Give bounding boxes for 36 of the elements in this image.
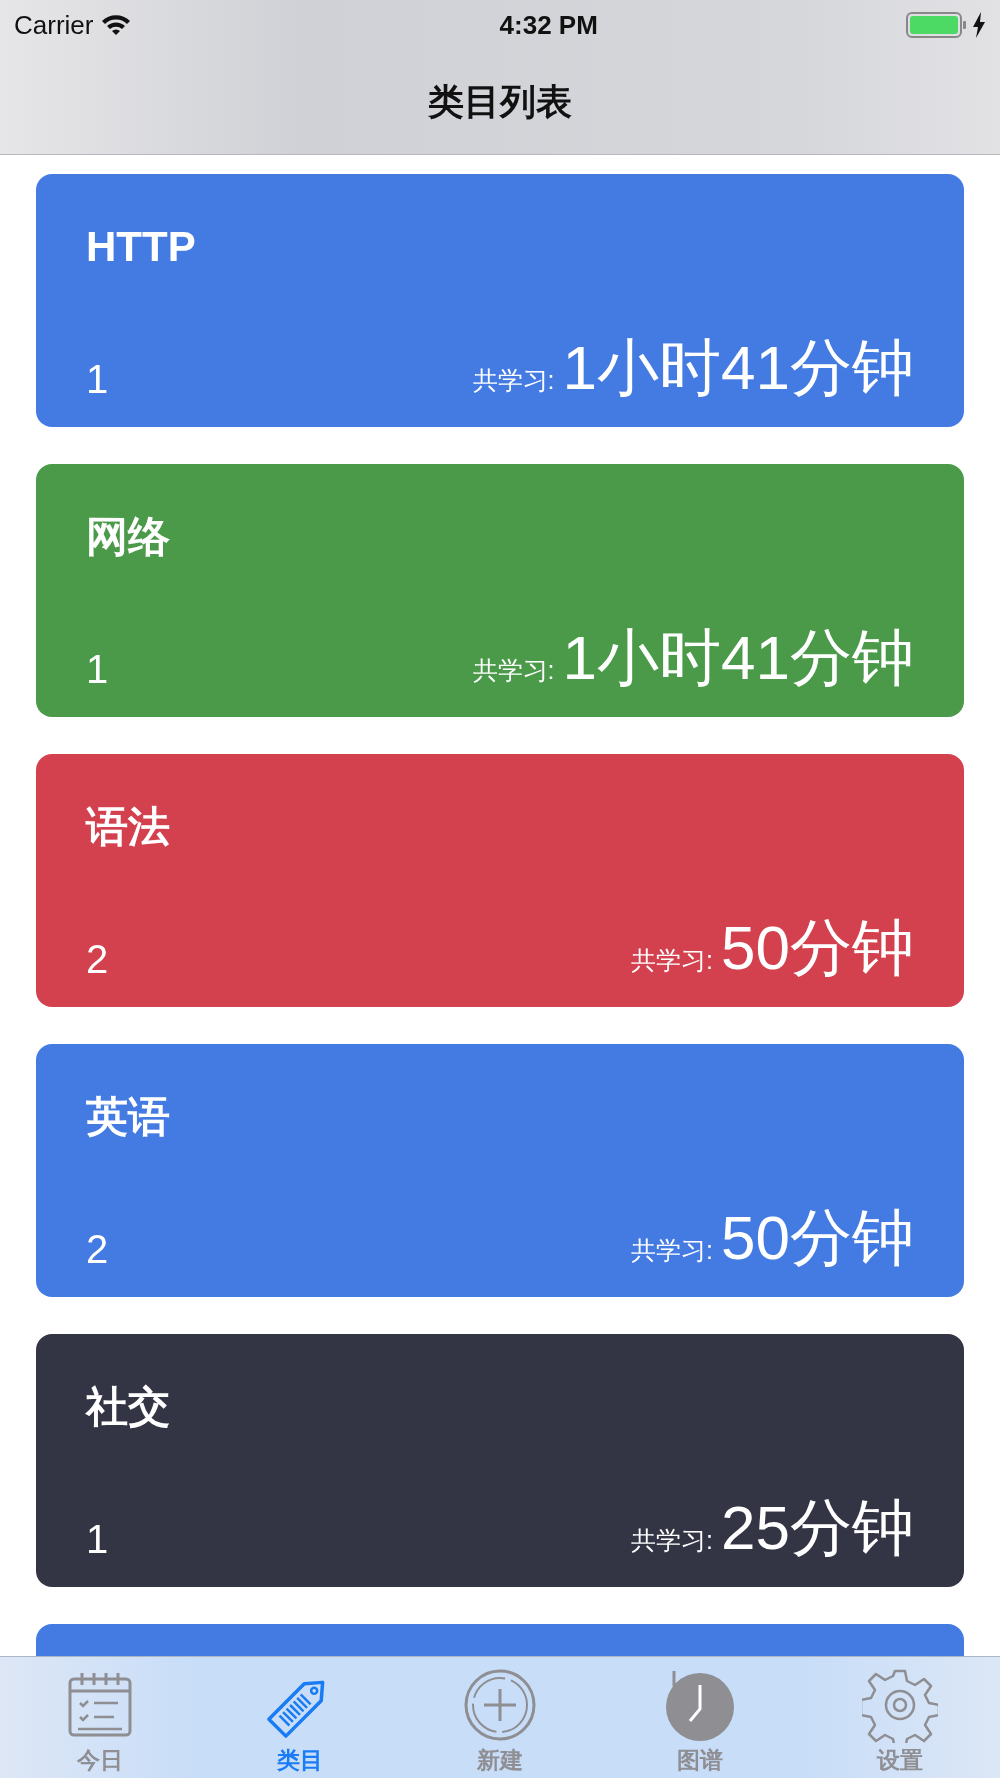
total-label: 共学习:	[472, 654, 555, 686]
charging-icon	[972, 12, 986, 38]
record-count: 1	[86, 649, 109, 689]
category-card[interactable]: 语法 2 共学习:50分钟	[36, 754, 964, 1007]
category-title: 社交	[86, 1384, 171, 1431]
status-time: 4:32 PM	[499, 8, 598, 42]
category-title: 网络	[86, 514, 171, 561]
category-title: HTTP	[86, 224, 197, 271]
tab-item[interactable]: 新建	[400, 1656, 600, 1778]
total-label: 共学习:	[631, 1234, 714, 1266]
category-card[interactable]: 英语 2 共学习:50分钟	[36, 1044, 964, 1297]
total-duration: 1小时41分钟	[562, 627, 914, 689]
tab-item[interactable]: 图谱	[600, 1656, 800, 1778]
total-duration: 50分钟	[721, 1207, 914, 1269]
total-label: 共学习:	[631, 1524, 714, 1556]
total-duration: 1小时41分钟	[562, 337, 914, 399]
record-count: 2	[86, 1229, 109, 1269]
category-card[interactable]: HTTP 1 共学习:1小时41分钟	[36, 174, 964, 427]
tab-item[interactable]: 今日	[0, 1656, 200, 1778]
total-label: 共学习:	[472, 364, 555, 396]
record-count: 1	[86, 1519, 109, 1559]
category-title: 英语	[86, 1094, 171, 1141]
tab-item[interactable]: 设置	[800, 1656, 1000, 1778]
navigation-title: 类目列表	[428, 80, 572, 124]
wifi-icon	[101, 14, 132, 36]
tab-item[interactable]: 类目	[200, 1656, 400, 1778]
total-label: 共学习:	[631, 944, 714, 976]
category-card[interactable]: 社交 1 共学习:25分钟	[36, 1334, 964, 1587]
battery-icon	[906, 12, 968, 38]
category-title: 语法	[86, 804, 171, 851]
category-card[interactable]: 网络 1 共学习:1小时41分钟	[36, 464, 964, 717]
total-duration: 25分钟	[721, 1497, 914, 1559]
record-count: 1	[86, 359, 109, 399]
record-count: 2	[86, 939, 109, 979]
carrier-name: Carrier	[14, 8, 94, 42]
total-duration: 50分钟	[721, 917, 914, 979]
